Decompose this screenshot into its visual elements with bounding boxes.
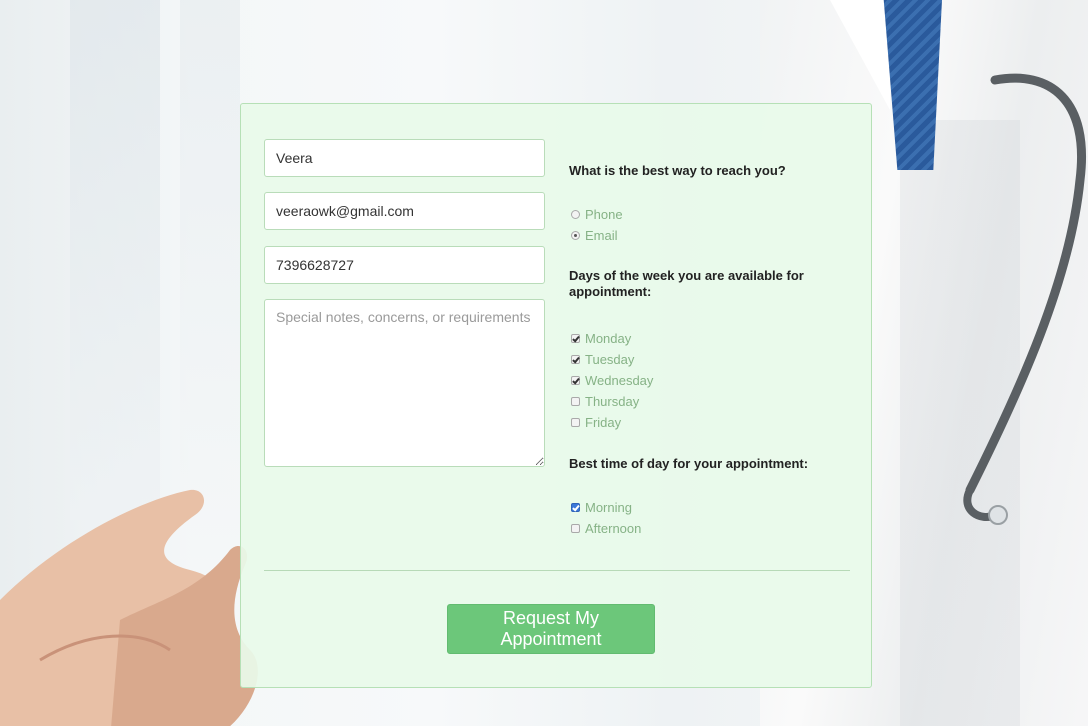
notes-field[interactable] bbox=[264, 299, 545, 467]
radio-option-phone[interactable]: Phone bbox=[571, 204, 623, 225]
available-days-question: Days of the week you are available for a… bbox=[569, 268, 804, 299]
checkbox[interactable] bbox=[571, 397, 580, 406]
time-of-day-question: Best time of day for your appointment: bbox=[569, 456, 809, 471]
checkbox-option-tuesday[interactable]: Tuesday bbox=[571, 349, 634, 370]
appointment-form: What is the best way to reach you? Phone… bbox=[240, 103, 872, 688]
option-label: Friday bbox=[585, 415, 622, 430]
checkbox-option-morning[interactable]: Morning bbox=[571, 497, 632, 518]
checkbox[interactable] bbox=[571, 524, 580, 533]
option-label: Phone bbox=[585, 207, 623, 222]
name-field[interactable] bbox=[264, 139, 545, 177]
form-divider bbox=[264, 570, 850, 571]
option-label: Morning bbox=[585, 500, 632, 515]
checkbox[interactable] bbox=[571, 418, 580, 427]
option-label: Monday bbox=[585, 331, 632, 346]
radio-button[interactable] bbox=[571, 210, 580, 219]
radio-option-email[interactable]: Email bbox=[571, 225, 618, 246]
email-field[interactable] bbox=[264, 192, 545, 230]
checkbox[interactable] bbox=[571, 334, 580, 343]
checkbox-option-afternoon[interactable]: Afternoon bbox=[571, 518, 641, 539]
option-label: Email bbox=[585, 228, 618, 243]
request-appointment-button[interactable]: Request My Appointment bbox=[447, 604, 655, 654]
contact-method-question: What is the best way to reach you? bbox=[569, 163, 786, 178]
background-window bbox=[180, 0, 240, 560]
stethoscope-icon bbox=[963, 73, 1086, 525]
option-label: Tuesday bbox=[585, 352, 635, 367]
checkbox-option-wednesday[interactable]: Wednesday bbox=[571, 370, 653, 391]
checkbox-option-monday[interactable]: Monday bbox=[571, 328, 631, 349]
option-label: Wednesday bbox=[585, 373, 654, 388]
checkbox[interactable] bbox=[571, 355, 580, 364]
checkbox-option-friday[interactable]: Friday bbox=[571, 412, 621, 433]
checkbox[interactable] bbox=[571, 503, 580, 512]
background-window bbox=[70, 0, 160, 520]
checkbox[interactable] bbox=[571, 376, 580, 385]
option-label: Thursday bbox=[585, 394, 640, 409]
option-label: Afternoon bbox=[585, 521, 642, 536]
phone-field[interactable] bbox=[264, 246, 545, 284]
page: What is the best way to reach you? Phone… bbox=[0, 0, 1088, 726]
checkbox-option-thursday[interactable]: Thursday bbox=[571, 391, 639, 412]
radio-button[interactable] bbox=[571, 231, 580, 240]
